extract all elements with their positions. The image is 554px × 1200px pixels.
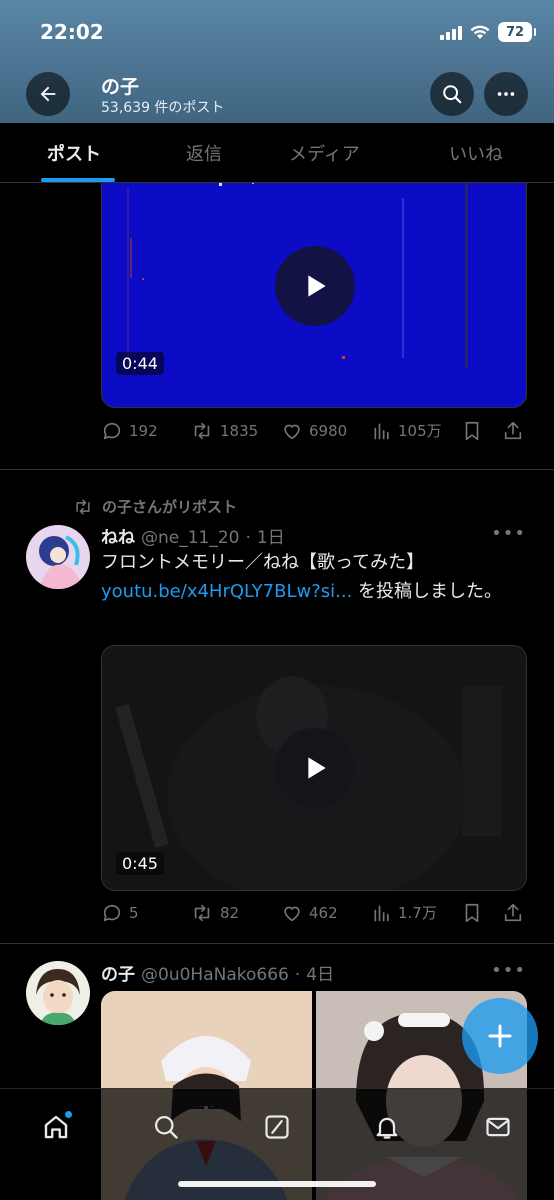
heart-icon bbox=[284, 906, 300, 922]
avatar-image bbox=[26, 961, 90, 1025]
plus-icon bbox=[488, 1024, 512, 1048]
author-name[interactable]: の子 bbox=[101, 960, 135, 985]
repost-count: 82 bbox=[220, 904, 240, 922]
bookmark-icon bbox=[465, 421, 479, 441]
repost-count: 1835 bbox=[220, 422, 259, 440]
view-count: 105万 bbox=[398, 422, 442, 440]
author-handle[interactable]: @ne_11_20 bbox=[141, 528, 240, 548]
play-icon bbox=[308, 757, 326, 779]
nav-home[interactable] bbox=[36, 1107, 76, 1147]
search-icon bbox=[443, 85, 462, 104]
tab-media[interactable]: メディア bbox=[289, 140, 360, 166]
tab-posts[interactable]: ポスト bbox=[47, 140, 101, 166]
post-text-tail: を投稿しました。 bbox=[352, 581, 503, 602]
compose-button[interactable] bbox=[462, 998, 538, 1074]
post-link[interactable]: youtu.be/x4HrQLY7BLw?si... bbox=[101, 581, 352, 602]
video-duration: 0:45 bbox=[116, 852, 164, 875]
post-more-button[interactable]: ••• bbox=[491, 523, 526, 544]
nav-search[interactable] bbox=[146, 1107, 186, 1147]
status-time: 22:02 bbox=[40, 20, 104, 44]
battery-indicator: 72 bbox=[498, 22, 536, 42]
play-button[interactable] bbox=[275, 246, 355, 326]
avatar[interactable] bbox=[26, 525, 90, 589]
like-count: 462 bbox=[309, 904, 338, 922]
nav-messages[interactable] bbox=[478, 1107, 518, 1147]
post-time: 1日 bbox=[256, 528, 285, 548]
home-indicator bbox=[178, 1181, 376, 1187]
profile-header: 22:02 72 の子 53,639 件のポスト bbox=[0, 0, 554, 123]
video-player[interactable]: 0:45 bbox=[101, 645, 527, 891]
bookmark-button[interactable] bbox=[461, 420, 483, 442]
avatar[interactable] bbox=[26, 961, 90, 1025]
more-button[interactable] bbox=[484, 72, 528, 116]
bookmark-button[interactable] bbox=[461, 902, 483, 924]
status-icons: 72 bbox=[440, 22, 536, 42]
tab-replies[interactable]: 返信 bbox=[186, 140, 222, 166]
share-button[interactable] bbox=[502, 420, 524, 442]
notification-dot bbox=[65, 1111, 72, 1118]
arrow-left-icon bbox=[40, 86, 56, 102]
nav-notifications[interactable] bbox=[367, 1107, 407, 1147]
more-horizontal-icon bbox=[497, 92, 515, 96]
views-button[interactable]: 1.7万 bbox=[372, 902, 437, 923]
repost-button[interactable]: 1835 bbox=[190, 420, 258, 442]
bookmark-icon bbox=[465, 903, 479, 923]
post-actions: 192 1835 6980 105万 bbox=[101, 420, 527, 444]
post-time: 4日 bbox=[306, 965, 335, 985]
play-icon bbox=[308, 275, 326, 297]
repost-icon bbox=[76, 499, 90, 514]
messages-icon bbox=[486, 1117, 510, 1137]
nav-grok[interactable] bbox=[257, 1107, 297, 1147]
post-meta: ねね @ne_11_20 · 1日 bbox=[101, 523, 285, 548]
repost-label: の子さんがリポスト bbox=[102, 498, 238, 516]
search-button[interactable] bbox=[430, 72, 474, 116]
post-actions: 5 82 462 1.7万 bbox=[101, 902, 527, 926]
tab-likes[interactable]: いいね bbox=[449, 140, 503, 166]
repost-button[interactable]: 82 bbox=[190, 902, 239, 924]
like-button[interactable]: 462 bbox=[281, 902, 338, 924]
avatar-image bbox=[26, 525, 90, 589]
post-text: フロントメモリー／ねね【歌ってみた】 youtu.be/x4HrQLY7BLw?… bbox=[101, 548, 521, 606]
repost-icon bbox=[194, 904, 210, 922]
reply-count: 5 bbox=[129, 904, 139, 922]
profile-name: の子 bbox=[101, 76, 140, 98]
post-more-button[interactable]: ••• bbox=[491, 960, 526, 981]
analytics-icon bbox=[374, 905, 389, 921]
reply-icon bbox=[103, 904, 121, 922]
view-count: 1.7万 bbox=[398, 904, 437, 922]
repost-icon bbox=[194, 422, 210, 440]
post-divider bbox=[0, 469, 554, 470]
like-count: 6980 bbox=[309, 422, 348, 440]
repost-indicator[interactable]: の子さんがリポスト bbox=[72, 496, 237, 517]
cellular-signal-icon bbox=[440, 24, 462, 40]
search-icon bbox=[154, 1115, 178, 1139]
reply-count: 192 bbox=[129, 422, 158, 440]
share-button[interactable] bbox=[502, 902, 524, 924]
profile-tabs: ポスト 返信 メディア いいね bbox=[0, 123, 554, 183]
analytics-icon bbox=[374, 423, 389, 439]
share-icon bbox=[504, 903, 522, 922]
play-button[interactable] bbox=[275, 728, 355, 808]
post-text-main: フロントメモリー／ねね【歌ってみた】 bbox=[101, 552, 425, 573]
heart-icon bbox=[284, 424, 300, 440]
post-count: 53,639 件のポスト bbox=[101, 100, 225, 116]
reply-icon bbox=[103, 422, 121, 440]
video-player[interactable]: 0:44 bbox=[101, 183, 527, 408]
back-button[interactable] bbox=[26, 72, 70, 116]
post-meta: の子 @0u0HaNako666 · 4日 bbox=[101, 960, 334, 985]
post-divider bbox=[0, 943, 554, 944]
reply-button[interactable]: 5 bbox=[101, 902, 139, 924]
active-tab-indicator bbox=[41, 178, 115, 182]
views-button[interactable]: 105万 bbox=[372, 420, 442, 441]
grok-icon bbox=[265, 1115, 289, 1139]
reply-button[interactable]: 192 bbox=[101, 420, 158, 442]
video-duration: 0:44 bbox=[116, 352, 164, 375]
author-handle[interactable]: @0u0HaNako666 bbox=[141, 965, 289, 985]
notifications-icon bbox=[376, 1117, 398, 1139]
wifi-icon bbox=[470, 25, 490, 39]
share-icon bbox=[504, 421, 522, 440]
like-button[interactable]: 6980 bbox=[281, 420, 347, 442]
author-name[interactable]: ねね bbox=[101, 523, 135, 548]
